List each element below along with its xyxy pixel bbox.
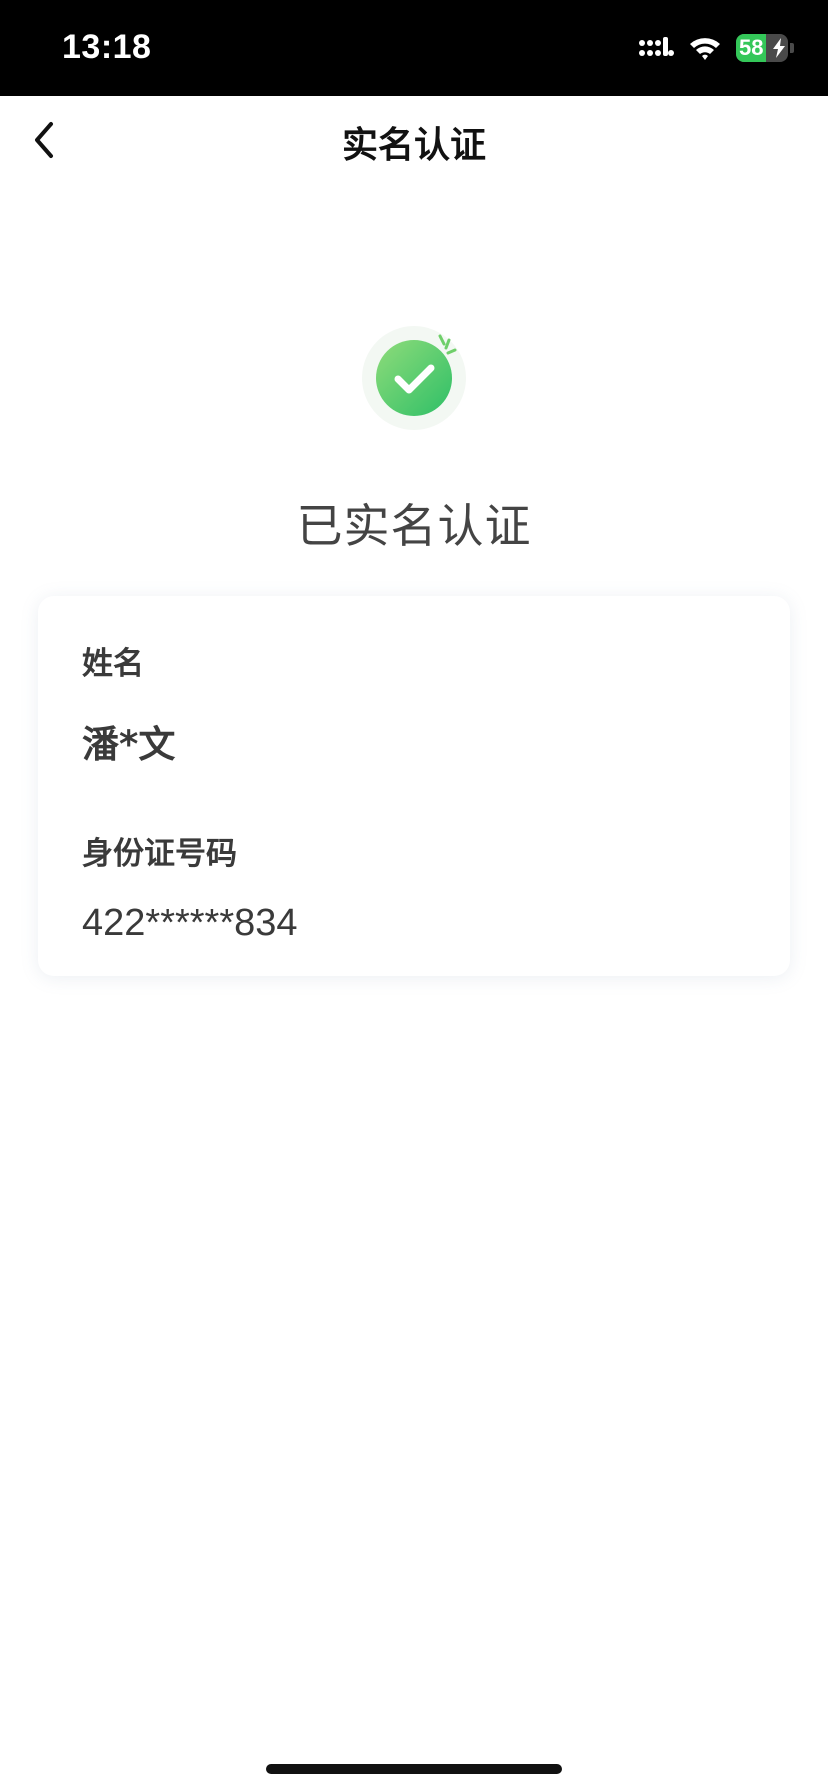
battery-level: 58: [739, 35, 764, 60]
battery-icon: 58: [736, 34, 788, 62]
check-circle-icon: [362, 326, 466, 430]
signal-icon: [639, 37, 674, 56]
id-number-label: 身份证号码: [82, 836, 237, 872]
identity-info-card: 姓名 潘*文 身份证号码 422******834: [38, 596, 790, 976]
name-value: 潘*文: [82, 723, 176, 766]
screen: 13:18 58 实名认证 已实名认证 姓名 潘*文 身份证号码 422****…: [0, 0, 828, 1792]
verification-status-text: 已实名认证: [296, 499, 532, 553]
home-indicator[interactable]: [266, 1764, 562, 1774]
page-title: 实名认证: [341, 125, 486, 166]
status-indicators: 58: [638, 32, 794, 64]
name-label: 姓名: [82, 646, 144, 682]
wifi-icon: [690, 38, 720, 60]
id-number-value: 422******834: [82, 902, 298, 944]
battery-cap: [790, 43, 794, 53]
status-time: 13:18: [62, 28, 152, 66]
success-badge: [354, 318, 474, 438]
status-bar: 13:18 58: [0, 0, 828, 96]
nav-bar: 实名认证: [0, 96, 828, 186]
charging-bolt-icon: [773, 38, 785, 58]
